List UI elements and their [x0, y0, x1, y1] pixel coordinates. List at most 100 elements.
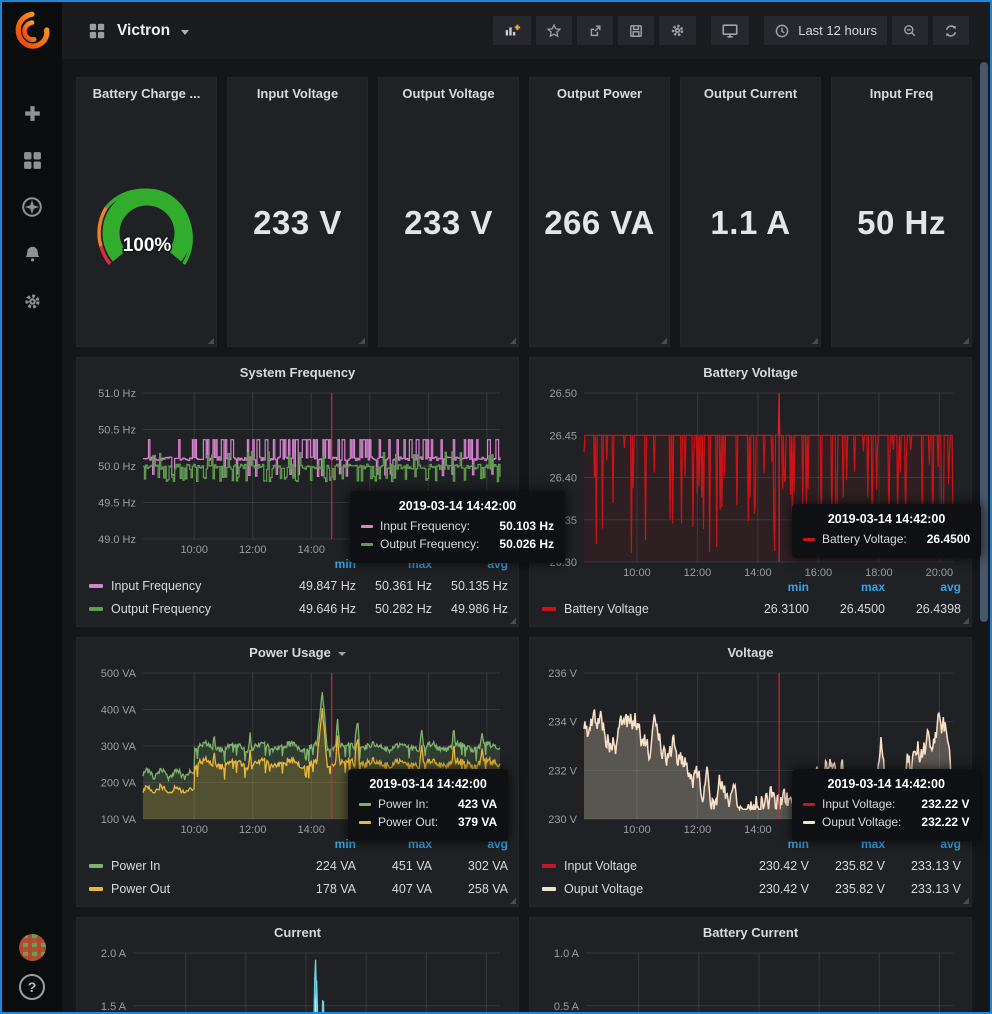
user-avatar[interactable]	[19, 934, 46, 961]
series-min: 26.3100	[733, 602, 809, 616]
series-swatch[interactable]	[89, 887, 103, 891]
resize-handle[interactable]	[358, 337, 365, 344]
resize-handle[interactable]	[509, 897, 516, 904]
panel-input-voltage: Input Voltage 233 V	[227, 77, 368, 347]
tooltip-row: Power In: 423 VA	[359, 797, 497, 811]
series-swatch	[803, 538, 815, 541]
series-name[interactable]: Input Frequency	[111, 579, 280, 593]
legend-sort-avg[interactable]: avg	[885, 580, 961, 597]
series-avg: 26.4398	[885, 602, 961, 616]
series-avg: 233.13 V	[885, 882, 961, 896]
svg-text:400 VA: 400 VA	[101, 705, 137, 717]
configuration-gear-icon[interactable]	[21, 290, 43, 312]
series-max: 50.361 Hz	[356, 579, 432, 593]
stat-value: 233 V	[404, 204, 493, 242]
series-min: 230.42 V	[733, 882, 809, 896]
legend-sort-min[interactable]: min	[280, 557, 356, 574]
tooltip-label: Input Frequency:	[380, 519, 470, 533]
panel-title[interactable]: Input Voltage	[234, 86, 361, 108]
cycle-view-button[interactable]	[710, 15, 750, 46]
explore-icon[interactable]	[21, 196, 43, 218]
series-name[interactable]: Battery Voltage	[564, 602, 733, 616]
resize-handle[interactable]	[962, 897, 969, 904]
resize-handle[interactable]	[962, 337, 969, 344]
panel-title[interactable]: Output Current	[687, 86, 814, 108]
legend-row: Input Frequency 49.847 Hz 50.361 Hz 50.1…	[89, 574, 508, 597]
dashboard-picker[interactable]: Victron	[88, 22, 189, 40]
tooltip-value: 50.026 Hz	[479, 537, 554, 551]
current-chart[interactable]: 10:0012:0014:0016:0018:0020:002.0 A1.5 A…	[87, 947, 508, 1014]
panel-title[interactable]: Current	[87, 925, 508, 947]
series-min: 178 VA	[280, 882, 356, 896]
refresh-icon	[943, 23, 959, 39]
svg-text:200 VA: 200 VA	[101, 778, 137, 790]
svg-text:50.0 Hz: 50.0 Hz	[98, 461, 136, 473]
dashboards-icon[interactable]	[21, 149, 43, 171]
legend-sort-max[interactable]: max	[809, 580, 885, 597]
add-icon[interactable]	[21, 102, 43, 124]
star-dashboard-button[interactable]	[535, 15, 573, 46]
series-name[interactable]: Ouput Voltage	[564, 882, 733, 896]
series-name[interactable]: Power Out	[111, 882, 280, 896]
clock-icon	[774, 23, 790, 39]
zoom-out-button[interactable]	[891, 15, 929, 46]
series-name[interactable]: Power In	[111, 859, 280, 873]
refresh-button[interactable]	[932, 15, 970, 46]
panel-title[interactable]: Voltage	[540, 645, 961, 667]
svg-text:232 V: 232 V	[548, 765, 577, 777]
battery-current-chart[interactable]: 10:0012:0014:0016:0018:0020:001.0 A0.5 A	[540, 947, 961, 1014]
alerting-bell-icon[interactable]	[21, 243, 43, 265]
tooltip-row: Output Frequency: 50.026 Hz	[361, 537, 554, 551]
vertical-scrollbar[interactable]	[980, 62, 988, 622]
resize-handle[interactable]	[962, 617, 969, 624]
series-swatch[interactable]	[542, 887, 556, 891]
panel-title[interactable]: Power Usage	[87, 645, 508, 667]
panel-title[interactable]: Input Freq	[838, 86, 965, 108]
panel-title[interactable]: Battery Charge ...	[83, 86, 210, 108]
tooltip-time: 2019-03-14 14:42:00	[803, 512, 970, 526]
series-swatch	[803, 803, 815, 806]
svg-text:100 VA: 100 VA	[101, 814, 137, 826]
legend-sort-min[interactable]: min	[280, 837, 356, 854]
resize-handle[interactable]	[811, 337, 818, 344]
svg-text:2.0 A: 2.0 A	[101, 948, 127, 960]
help-icon[interactable]: ?	[19, 974, 45, 1000]
series-name[interactable]: Input Voltage	[564, 859, 733, 873]
tooltip-label: Battery Voltage:	[822, 532, 907, 546]
grafana-logo-icon[interactable]	[11, 10, 53, 52]
share-dashboard-button[interactable]	[576, 15, 614, 46]
series-swatch[interactable]	[89, 864, 103, 868]
svg-text:300 VA: 300 VA	[101, 741, 137, 753]
panel-title[interactable]: Battery Current	[540, 925, 961, 947]
series-swatch[interactable]	[89, 584, 103, 588]
svg-text:0.5 A: 0.5 A	[554, 1001, 580, 1013]
resize-handle[interactable]	[509, 617, 516, 624]
zoom-out-icon	[902, 23, 918, 39]
svg-text:26.50: 26.50	[549, 388, 577, 400]
tooltip-label: Ouput Voltage:	[822, 815, 901, 829]
tooltip-time: 2019-03-14 14:42:00	[803, 777, 969, 791]
legend-row: Power In 224 VA 451 VA 302 VA	[89, 854, 508, 877]
chart-tooltip-system-frequency: 2019-03-14 14:42:00 Input Frequency: 50.…	[350, 491, 565, 563]
save-dashboard-button[interactable]	[617, 15, 655, 46]
charts-row-3: Current 10:0012:0014:0016:0018:0020:002.…	[76, 917, 972, 1014]
chart-tooltip-voltage: 2019-03-14 14:42:00 Input Voltage: 232.2…	[792, 769, 980, 841]
resize-handle[interactable]	[660, 337, 667, 344]
series-swatch[interactable]	[89, 607, 103, 611]
series-swatch[interactable]	[542, 864, 556, 868]
series-swatch[interactable]	[542, 607, 556, 611]
panel-title[interactable]: Output Power	[536, 86, 663, 108]
stat-value: 1.1 A	[710, 204, 790, 242]
resize-handle[interactable]	[509, 337, 516, 344]
resize-handle[interactable]	[207, 337, 214, 344]
time-range-button[interactable]: Last 12 hours	[763, 15, 888, 46]
series-name[interactable]: Output Frequency	[111, 602, 280, 616]
tooltip-row: Battery Voltage: 26.4500	[803, 532, 970, 546]
legend-sort-min[interactable]: min	[733, 580, 809, 597]
panel-title[interactable]: Battery Voltage	[540, 365, 961, 387]
panel-title[interactable]: System Frequency	[87, 365, 508, 387]
star-icon	[546, 23, 562, 39]
dashboard-settings-button[interactable]	[658, 15, 697, 46]
add-panel-button[interactable]	[492, 15, 532, 46]
panel-title[interactable]: Output Voltage	[385, 86, 512, 108]
